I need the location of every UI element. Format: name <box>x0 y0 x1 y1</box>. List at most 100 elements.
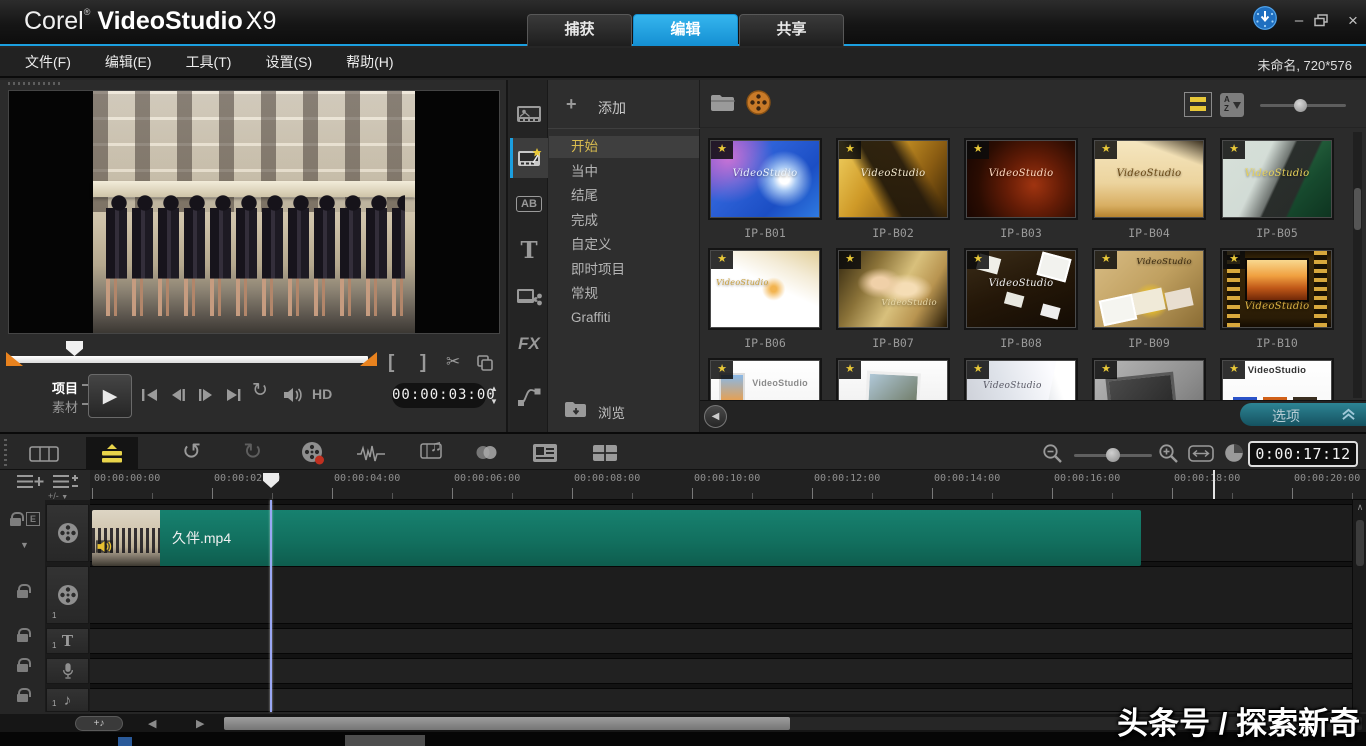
project-duration-clock-icon[interactable] <box>1224 443 1244 463</box>
template-thumbnail[interactable]: ★ VideoStudio IP-B06 <box>710 250 820 360</box>
add-remove-track-icon[interactable] <box>52 473 80 490</box>
restore-button[interactable] <box>1314 14 1336 27</box>
cross-dissolve-button[interactable] <box>474 445 500 460</box>
nav-filter-icon[interactable]: FX <box>510 324 548 364</box>
timeline-view-button[interactable] <box>86 437 138 471</box>
timecode-spinner[interactable]: ▲ ▼ <box>490 382 498 408</box>
thumbnail-size-slider[interactable] <box>1260 104 1346 107</box>
zoom-out-icon[interactable] <box>1042 443 1063 464</box>
project-duration-timecode[interactable]: 0:00:17:12 <box>1248 441 1358 467</box>
enlarge-preview-icon[interactable] <box>476 354 494 372</box>
nav-instant-project-icon[interactable] <box>510 138 548 178</box>
title-track-header[interactable]: T 1 <box>46 628 89 654</box>
template-thumbnail[interactable]: ★ <box>838 360 948 400</box>
clip-jiuban-mp4[interactable]: 久伴.mp4 <box>92 510 1141 566</box>
split-screen-template-button[interactable] <box>592 444 618 462</box>
voice-track-row[interactable] <box>90 658 1352 684</box>
hd-preview-toggle[interactable]: HD <box>312 386 332 402</box>
clip-mode-label[interactable]: 素材 <box>52 397 78 416</box>
menu-tools[interactable]: 工具(T) <box>186 52 232 72</box>
voice-track-lock-icon[interactable] <box>17 664 28 672</box>
scroll-right-icon[interactable]: ▶ <box>196 717 204 730</box>
play-button[interactable]: ▶ <box>88 374 132 418</box>
menu-edit[interactable]: 编辑(E) <box>105 52 152 72</box>
template-thumbnail[interactable]: ★ VideoStudio <box>966 360 1076 400</box>
browse-row[interactable]: 浏览 <box>548 398 700 424</box>
video-track-row[interactable]: 久伴.mp4 <box>90 504 1352 562</box>
track-manager-icon[interactable] <box>16 473 44 490</box>
music-track-header[interactable]: ♪ 1 <box>46 688 89 712</box>
category-complete[interactable]: 完成 <box>549 210 699 232</box>
track-expand-icon[interactable]: ▼ <box>20 540 29 550</box>
video-track-lock-icon[interactable] <box>10 518 21 526</box>
spin-down-icon[interactable]: ▼ <box>490 397 498 406</box>
category-custom[interactable]: 自定义 <box>549 234 699 256</box>
slider-handle[interactable] <box>1106 448 1120 462</box>
menu-file[interactable]: 文件(F) <box>25 52 71 72</box>
subtitle-editor-button[interactable] <box>532 443 558 463</box>
music-track-lock-icon[interactable] <box>17 694 28 702</box>
go-to-start-icon[interactable] <box>140 388 160 402</box>
spin-up-icon[interactable]: ▲ <box>490 384 498 393</box>
record-capture-button[interactable] <box>300 441 326 466</box>
template-thumbnail[interactable]: ★ VideoStudio <box>710 360 820 400</box>
title-track-lock-icon[interactable] <box>17 634 28 642</box>
close-button[interactable]: × <box>1342 11 1364 31</box>
scrollbar-thumb[interactable] <box>1354 188 1361 230</box>
mark-in-button[interactable]: [ <box>388 352 394 374</box>
minimize-button[interactable]: – <box>1288 11 1310 31</box>
overlay-track-lock-icon[interactable] <box>17 590 28 598</box>
gallery-scrollbar[interactable] <box>1353 132 1362 398</box>
menu-settings[interactable]: 设置(S) <box>265 52 312 72</box>
auto-music-button[interactable]: ♫ <box>420 440 446 464</box>
preview-scrub-bar[interactable] <box>8 356 368 363</box>
template-thumbnail[interactable]: ★ VideoStudio IP-B05 <box>1222 140 1332 250</box>
thumbnail-view-button[interactable] <box>1184 92 1212 117</box>
system-volume-icon[interactable] <box>282 387 304 403</box>
title-track-row[interactable] <box>90 628 1352 654</box>
swap-track-button[interactable]: +♪ <box>75 716 123 731</box>
next-frame-icon[interactable] <box>196 388 216 402</box>
category-ending[interactable]: 结尾 <box>549 185 699 207</box>
mark-out-button[interactable]: ] <box>420 352 426 374</box>
category-graffiti[interactable]: Graffiti <box>549 307 699 329</box>
template-thumbnail[interactable]: ★ VideoStudio IP-B01 <box>710 140 820 250</box>
project-mode-label[interactable]: 项目 <box>52 378 78 397</box>
category-middle[interactable]: 当中 <box>549 161 699 183</box>
template-thumbnail[interactable]: ★ VideoStudio IP-B10 <box>1222 250 1332 360</box>
template-thumbnail[interactable]: ★ VideoStudio IP-B03 <box>966 140 1076 250</box>
template-thumbnail[interactable]: ★ VideoStudio <box>1222 360 1332 400</box>
category-start[interactable]: 开始 <box>549 136 699 158</box>
hscrollbar-thumb[interactable] <box>224 717 790 730</box>
category-instant-project[interactable]: 即时项目 <box>549 259 699 281</box>
nav-media-icon[interactable] <box>510 94 548 134</box>
update-globe-icon[interactable] <box>1252 5 1278 31</box>
template-thumbnail[interactable]: ★ VideoStudio IP-B08 <box>966 250 1076 360</box>
template-thumbnail[interactable]: ★ VideoStudio IP-B04 <box>1094 140 1204 250</box>
preview-timecode[interactable]: 00:00:03:00 <box>392 383 486 408</box>
repeat-icon[interactable]: ↻ <box>252 381 268 400</box>
go-to-end-icon[interactable] <box>224 388 244 402</box>
template-thumbnail[interactable]: ★ VideoStudio IP-B07 <box>838 250 948 360</box>
nav-graphic-icon[interactable] <box>510 276 548 316</box>
panel-grip[interactable] <box>8 82 62 85</box>
open-folder-icon[interactable] <box>710 92 736 113</box>
collapse-left-button[interactable]: ◀ <box>704 405 727 428</box>
slider-handle[interactable] <box>1294 99 1307 112</box>
options-button[interactable]: 选项 <box>1240 403 1366 426</box>
timeline-ruler[interactable]: 00:00:00:00 00:00:02:00 00:00:04:00 00:0… <box>90 470 1366 500</box>
menu-help[interactable]: 帮助(H) <box>346 52 393 72</box>
add-category-row[interactable]: + 添加 <box>548 94 700 120</box>
scroll-up-icon[interactable]: ∧ <box>1353 502 1366 513</box>
fit-timeline-icon[interactable] <box>1188 445 1214 462</box>
playhead-handle[interactable] <box>263 473 279 488</box>
reel-import-icon[interactable] <box>746 90 771 115</box>
tab-capture[interactable]: 捕获 <box>527 14 632 46</box>
split-clip-scissors-icon[interactable]: ✂ <box>446 352 460 372</box>
zoom-in-icon[interactable] <box>1158 443 1179 464</box>
nav-transition-icon[interactable]: AB <box>510 184 548 224</box>
timeline-zoom-slider[interactable] <box>1074 454 1152 457</box>
scroll-left-icon[interactable]: ◀ <box>148 717 156 730</box>
redo-button[interactable]: ↻ <box>243 438 262 465</box>
ripple-edit-icon[interactable]: E <box>26 512 40 526</box>
